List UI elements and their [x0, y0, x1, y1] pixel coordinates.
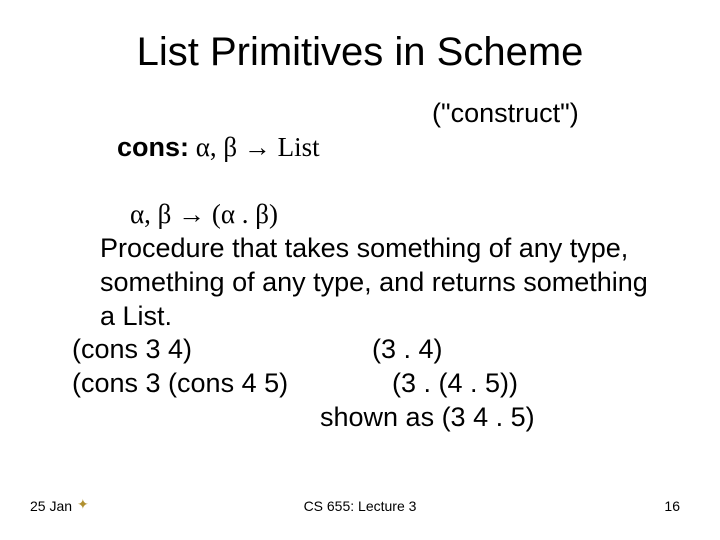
cons-type-expansion: α, β → (α . β)	[60, 198, 660, 232]
example-2-call: (cons 3 (cons 4 5)	[72, 367, 372, 401]
slide: List Primitives in Scheme cons: α, β → L…	[0, 0, 720, 540]
cons-label: cons:	[117, 132, 189, 162]
footer-course: CS 655: Lecture 3	[0, 498, 720, 514]
cons-gloss: ("construct")	[372, 97, 660, 198]
example-1-result: (3 . 4)	[372, 333, 660, 367]
jester-icon	[76, 497, 94, 515]
example-2: (cons 3 (cons 4 5) (3 . (4 . 5))	[60, 367, 660, 401]
slide-title: List Primitives in Scheme	[60, 30, 660, 75]
example-1: (cons 3 4) (3 . 4)	[60, 333, 660, 367]
slide-footer: 25 Jan CS 655: Lecture 3 16	[0, 498, 720, 514]
shown-as-line: shown as (3 4 . 5)	[60, 401, 660, 435]
footer-date-block: 25 Jan	[30, 497, 94, 515]
cons-signature-line: cons: α, β → List ("construct")	[60, 97, 660, 198]
example-1-call: (cons 3 4)	[72, 333, 372, 367]
footer-date: 25 Jan	[30, 498, 72, 514]
cons-description: Procedure that takes something of any ty…	[60, 232, 660, 333]
cons-signature: α, β → List	[189, 132, 320, 162]
example-2-result: (3 . (4 . 5))	[372, 367, 660, 401]
footer-page-number: 16	[664, 498, 680, 514]
